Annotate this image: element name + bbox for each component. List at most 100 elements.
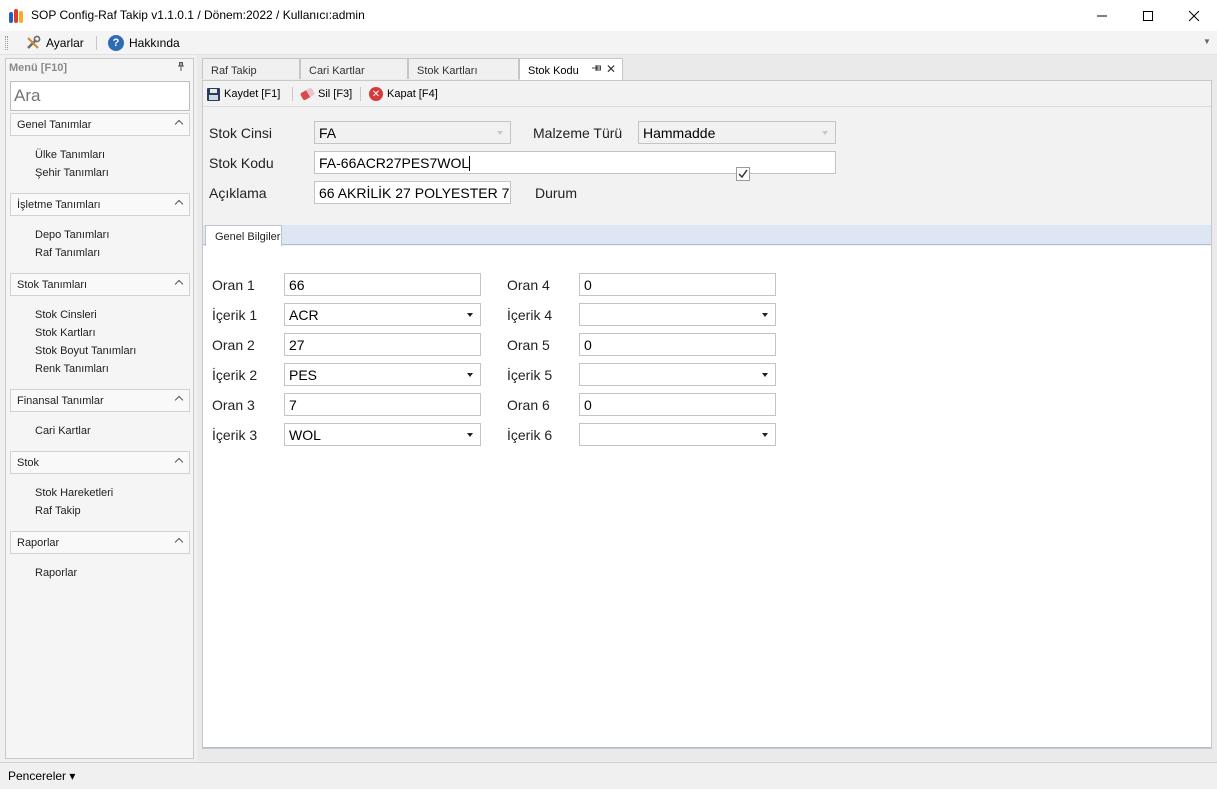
malzeme-turu-combo[interactable]: Hammadde xyxy=(638,121,836,144)
minimize-button[interactable] xyxy=(1079,0,1125,31)
oran-5-value: 0 xyxy=(584,337,592,353)
tab-label: Raf Takip xyxy=(211,65,257,77)
pencereler-menu[interactable]: Pencereler ▾ xyxy=(8,769,75,783)
oran-3-input[interactable]: 7 xyxy=(284,393,481,416)
stok-cinsi-value: FA xyxy=(319,125,337,141)
icerik-2-combo[interactable]: PES xyxy=(284,363,481,386)
group-label: Finansal Tanımlar xyxy=(17,395,104,407)
toolbar-grip[interactable] xyxy=(5,36,8,50)
menu-ayarlar-label: Ayarlar xyxy=(46,36,84,50)
icerik-5-combo[interactable] xyxy=(579,363,776,386)
aciklama-label: Açıklama xyxy=(209,185,267,201)
icerik-5-label: İçerik 5 xyxy=(507,367,553,383)
chevron-down-icon xyxy=(467,313,473,317)
icerik-2-label: İçerik 2 xyxy=(212,367,258,383)
tab-label: Cari Kartlar xyxy=(309,65,365,77)
genel-bilgiler-panel: Oran 1 66 İçerik 1 ACR Oran 2 27 İçerik … xyxy=(203,246,1211,748)
group-stok-tanimlari[interactable]: Stok Tanımları xyxy=(10,273,190,296)
sidebar-item-stok-cinsleri[interactable]: Stok Cinsleri xyxy=(35,309,97,321)
chevron-down-icon xyxy=(467,433,473,437)
sidebar-item-raf-tanimlari[interactable]: Raf Tanımları xyxy=(35,247,100,259)
malzeme-turu-label: Malzeme Türü xyxy=(533,125,623,141)
icerik-3-combo[interactable]: WOL xyxy=(284,423,481,446)
icerik-3-label: İçerik 3 xyxy=(212,427,258,443)
close-window-button[interactable] xyxy=(1171,0,1217,31)
sidebar-menu: Menü [F10] Genel Tanımlar Ülke Tanımları… xyxy=(5,58,194,759)
pin-icon[interactable] xyxy=(592,64,601,74)
tab-genel-bilgiler[interactable]: Genel Bilgiler xyxy=(205,225,282,246)
icerik-3-value: WOL xyxy=(289,427,321,443)
help-icon: ? xyxy=(108,35,124,51)
sidebar-item-ulke-tanimlari[interactable]: Ülke Tanımları xyxy=(35,149,105,161)
durum-label: Durum xyxy=(535,185,578,201)
sidebar-item-sehir-tanimlari[interactable]: Şehir Tanımları xyxy=(35,167,109,179)
oran-6-value: 0 xyxy=(584,397,592,413)
close-icon[interactable]: ✕ xyxy=(606,62,616,76)
menu-ayarlar[interactable]: Ayarlar xyxy=(25,34,84,52)
icerik-6-combo[interactable] xyxy=(579,423,776,446)
sidebar-item-renk-tanimlari[interactable]: Renk Tanımları xyxy=(35,363,109,375)
maximize-icon xyxy=(1143,10,1153,21)
chevron-up-icon xyxy=(174,537,184,547)
sidebar-item-stok-boyut-tanimlari[interactable]: Stok Boyut Tanımları xyxy=(35,345,136,357)
menu-hakkinda[interactable]: ? Hakkında xyxy=(108,34,180,52)
group-genel-tanimlar[interactable]: Genel Tanımlar xyxy=(10,113,190,136)
stok-kodu-input[interactable]: FA-66ACR27PES7WOL xyxy=(314,151,836,174)
icerik-4-label: İçerik 4 xyxy=(507,307,553,323)
oran-6-input[interactable]: 0 xyxy=(579,393,776,416)
menu-hakkinda-label: Hakkında xyxy=(129,36,180,50)
icerik-4-combo[interactable] xyxy=(579,303,776,326)
chevron-up-icon xyxy=(174,199,184,209)
chevron-up-icon xyxy=(174,457,184,467)
sidebar-item-depo-tanimlari[interactable]: Depo Tanımları xyxy=(35,229,109,241)
oran-4-input[interactable]: 0 xyxy=(579,273,776,296)
oran-5-label: Oran 5 xyxy=(507,337,550,353)
sidebar-item-stok-hareketleri[interactable]: Stok Hareketleri xyxy=(35,487,113,499)
tab-raf-takip[interactable]: Raf Takip xyxy=(202,58,300,79)
tab-cari-kartlar[interactable]: Cari Kartlar xyxy=(300,58,408,79)
kaydet-button[interactable]: Kaydet [F1] xyxy=(207,86,280,102)
stok-kodu-value: FA-66ACR27PES7WOL xyxy=(319,155,470,171)
tab-stok-kartlari[interactable]: Stok Kartları xyxy=(408,58,519,79)
checkmark-icon xyxy=(736,167,750,181)
stok-cinsi-combo[interactable]: FA xyxy=(314,121,511,144)
kapat-button[interactable]: ✕ Kapat [F4] xyxy=(369,86,438,102)
oran-1-input[interactable]: 66 xyxy=(284,273,481,296)
group-stok[interactable]: Stok xyxy=(10,451,190,474)
sidebar-item-raporlar[interactable]: Raporlar xyxy=(35,567,77,579)
toolbar-separator xyxy=(292,87,293,101)
group-label: Stok Tanımları xyxy=(17,279,88,291)
oran-5-input[interactable]: 0 xyxy=(579,333,776,356)
oran-2-input[interactable]: 27 xyxy=(284,333,481,356)
maximize-button[interactable] xyxy=(1125,0,1171,31)
app-logo-icon xyxy=(9,8,26,23)
stok-kodu-label: Stok Kodu xyxy=(209,155,274,171)
icerik-6-label: İçerik 6 xyxy=(507,427,553,443)
group-isletme-tanimlari[interactable]: İşletme Tanımları xyxy=(10,193,190,216)
chevron-up-icon xyxy=(174,279,184,289)
icerik-2-value: PES xyxy=(289,367,318,383)
pin-icon[interactable] xyxy=(177,62,185,73)
group-label: Stok xyxy=(17,457,40,469)
sidebar-item-raf-takip[interactable]: Raf Takip xyxy=(35,505,81,517)
durum-checkbox[interactable] xyxy=(736,167,750,181)
sidebar-item-stok-kartlari[interactable]: Stok Kartları xyxy=(35,327,96,339)
icerik-1-combo[interactable]: ACR xyxy=(284,303,481,326)
aciklama-value: 66 AKRİLİK 27 POLYESTER 7 xyxy=(319,185,510,201)
group-raporlar[interactable]: Raporlar xyxy=(10,531,190,554)
oran-3-value: 7 xyxy=(289,397,297,413)
sidebar-item-cari-kartlar[interactable]: Cari Kartlar xyxy=(35,425,91,437)
oran-2-value: 27 xyxy=(289,337,305,353)
tab-stok-kodu[interactable]: Stok Kodu ✕ xyxy=(519,58,623,80)
sidebar-search-input[interactable] xyxy=(10,81,190,111)
text-caret xyxy=(469,156,471,171)
kapat-label: Kapat [F4] xyxy=(387,88,438,100)
sil-button[interactable]: Sil [F3] xyxy=(299,86,352,102)
group-finansal-tanimlar[interactable]: Finansal Tanımlar xyxy=(10,389,190,412)
aciklama-input[interactable]: 66 AKRİLİK 27 POLYESTER 7 xyxy=(314,181,511,204)
oran-6-label: Oran 6 xyxy=(507,397,550,413)
chevron-down-icon[interactable]: ▼ xyxy=(1203,37,1211,46)
toolbar-separator xyxy=(360,87,361,101)
tools-icon xyxy=(27,35,41,49)
oran-2-label: Oran 2 xyxy=(212,337,255,353)
